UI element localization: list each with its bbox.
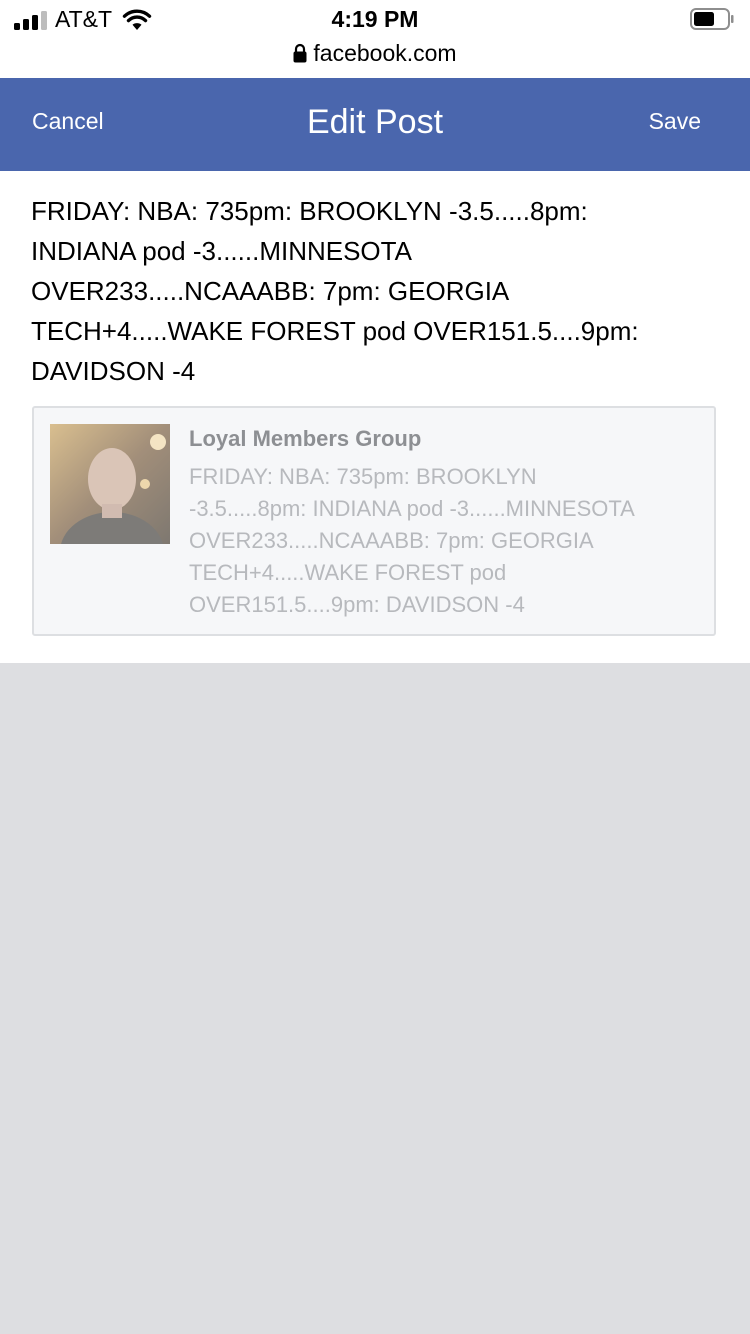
page-title: Edit Post	[306, 103, 444, 141]
shared-post-card: Loyal Members Group FRIDAY: NBA: 735pm: …	[32, 406, 716, 636]
post-editor: FRIDAY: NBA: 735pm: BROOKLYN -3.5.....8p…	[0, 171, 750, 663]
edit-post-header: Cancel Edit Post Save	[0, 78, 750, 171]
address-bar[interactable]: facebook.com	[0, 40, 750, 67]
post-text-line: TECH+4.....WAKE FOREST pod OVER151.5....…	[31, 316, 639, 346]
post-text-line: DAVIDSON -4	[31, 356, 196, 386]
group-name: Loyal Members Group	[189, 426, 422, 451]
person-photo-icon	[50, 424, 170, 544]
battery-icon	[690, 8, 734, 30]
post-text-input[interactable]: FRIDAY: NBA: 735pm: BROOKLYN -3.5.....8p…	[31, 191, 721, 391]
group-photo	[50, 424, 170, 544]
lock-icon	[293, 43, 307, 63]
clock-time: 4:19 PM	[331, 6, 419, 32]
post-text-line: FRIDAY: NBA: 735pm: BROOKLYN -3.5.....8p…	[31, 196, 588, 226]
shared-text-line: FRIDAY: NBA: 735pm: BROOKLYN	[189, 464, 537, 489]
shared-text-line: -3.5.....8pm: INDIANA pod -3......MINNES…	[189, 496, 635, 521]
shared-text-line: OVER233.....NCAAABB: 7pm: GEORGIA	[189, 528, 594, 553]
url-text: facebook.com	[313, 40, 457, 66]
shared-text-line: OVER151.5....9pm: DAVIDSON -4	[189, 592, 525, 617]
shared-post-text: FRIDAY: NBA: 735pm: BROOKLYN -3.5.....8p…	[189, 461, 689, 621]
post-text-line: INDIANA pod -3......MINNESOTA	[31, 236, 412, 266]
post-text-line: OVER233.....NCAAABB: 7pm: GEORGIA	[31, 276, 510, 306]
save-button[interactable]: Save	[649, 108, 701, 135]
status-bar: AT&T 4:19 PM facebook.com	[0, 0, 750, 78]
shared-text-line: TECH+4.....WAKE FOREST pod	[189, 560, 507, 585]
